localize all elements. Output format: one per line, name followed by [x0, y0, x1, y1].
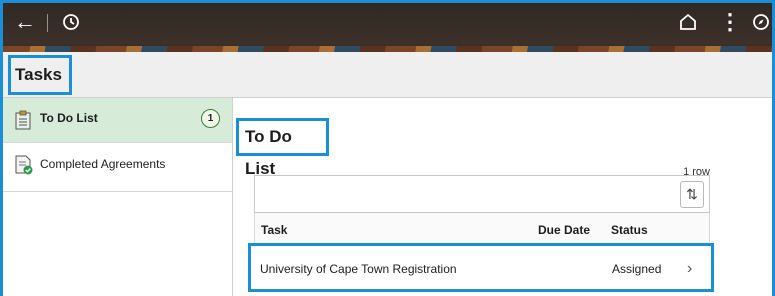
- task-cell: University of Cape Town Registration: [260, 262, 457, 276]
- vertical-dots-icon[interactable]: ⋮: [719, 10, 741, 34]
- document-check-icon: [14, 155, 33, 175]
- top-banner: [0, 0, 775, 46]
- sidebar-item-to-do-list[interactable]: To Do List 1: [0, 98, 232, 143]
- count-badge: 1: [201, 109, 220, 128]
- sidebar: To Do List 1 Completed Agreements: [0, 98, 233, 296]
- sort-arrows-icon[interactable]: ⇅: [680, 181, 704, 208]
- grid-toolbar: ⇅: [254, 175, 710, 213]
- page-title: Tasks: [8, 55, 72, 95]
- compass-icon[interactable]: [752, 12, 770, 36]
- column-header-due-date[interactable]: Due Date: [538, 223, 590, 237]
- header-divider: [47, 14, 48, 32]
- column-header-status[interactable]: Status: [611, 223, 648, 237]
- sidebar-item-label: Completed Agreements: [40, 157, 166, 171]
- status-cell: Assigned: [612, 262, 662, 276]
- chevron-right-icon[interactable]: ›: [687, 260, 692, 278]
- arrow-left-icon[interactable]: ←: [14, 10, 36, 34]
- table-row[interactable]: University of Cape Town Registration Ass…: [248, 243, 714, 292]
- sidebar-item-label: To Do List: [40, 111, 98, 125]
- home-icon[interactable]: [679, 12, 697, 36]
- grid-header: Task Due Date Status: [254, 213, 710, 243]
- sidebar-empty-area: [0, 192, 232, 296]
- page-header-bar: [0, 52, 775, 98]
- sidebar-item-completed-agreements[interactable]: Completed Agreements: [0, 143, 232, 192]
- column-header-task[interactable]: Task: [261, 223, 287, 237]
- section-title: To Do List: [236, 118, 329, 178]
- clock-icon[interactable]: [62, 12, 80, 36]
- clipboard-icon: [14, 110, 32, 130]
